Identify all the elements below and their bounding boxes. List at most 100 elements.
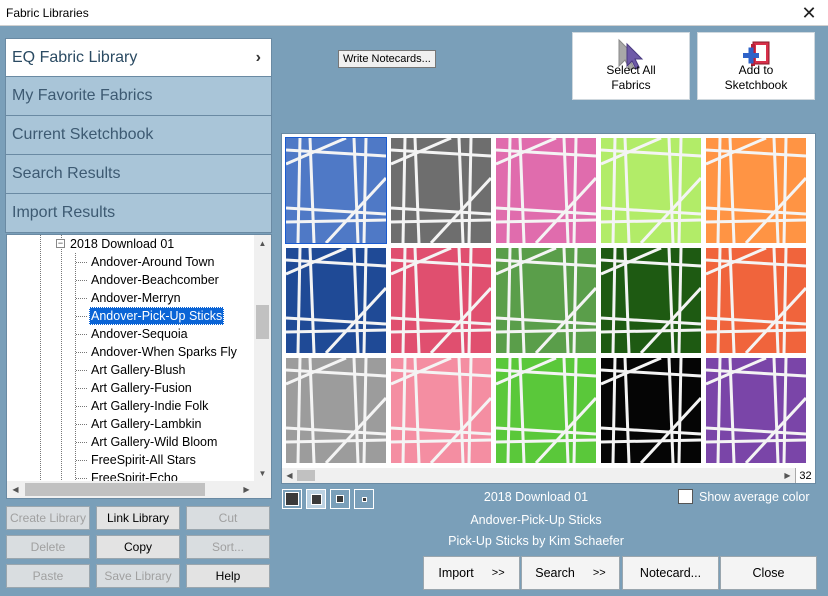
tree-node-fabric-collection[interactable]: Andover-Beachcomber: [89, 271, 221, 289]
fabric-name: Andover-Pick-Up Sticks: [470, 513, 602, 527]
fabric-swatch-panel: ◀ ▶ 32: [281, 133, 816, 484]
tree-guide: [76, 460, 87, 461]
size-medium-button[interactable]: [306, 489, 326, 509]
tree-guide: [76, 442, 87, 443]
tree-node-parent[interactable]: 2018 Download 01: [68, 235, 176, 253]
search-label: Search: [535, 566, 575, 580]
link-library-button[interactable]: Link Library: [96, 506, 180, 530]
library-current-sketchbook[interactable]: Current Sketchbook: [5, 116, 272, 155]
show-average-color-checkbox[interactable]: Show average color: [678, 489, 809, 504]
sort-button[interactable]: Sort...: [186, 535, 270, 559]
fabric-tree[interactable]: − 2018 Download 01 Andover-Around Town An…: [6, 234, 272, 499]
scroll-thumb[interactable]: [297, 470, 315, 481]
fabric-swatch[interactable]: [601, 138, 701, 243]
tree-node-fabric-collection[interactable]: Andover-Sequoia: [89, 325, 190, 343]
add-to-sketchbook-button[interactable]: Add to Sketchbook: [697, 32, 815, 100]
fabric-swatch[interactable]: [496, 358, 596, 463]
tree-guide: [40, 235, 41, 482]
close-icon[interactable]: ✕: [798, 2, 820, 24]
library-label: EQ Fabric Library: [12, 48, 138, 66]
tree-guide: [76, 334, 87, 335]
create-library-button[interactable]: Create Library: [6, 506, 90, 530]
close-button[interactable]: Close: [720, 556, 817, 590]
library-nav: EQ Fabric Library › My Favorite Fabrics …: [5, 38, 272, 233]
square-small-icon: [336, 495, 344, 503]
scroll-up-icon[interactable]: ▲: [254, 235, 271, 252]
swatch-horizontal-scrollbar[interactable]: ◀ ▶: [282, 468, 795, 483]
fabric-swatch[interactable]: [706, 138, 806, 243]
tree-vertical-scrollbar[interactable]: ▲ ▼: [254, 235, 271, 482]
cut-button[interactable]: Cut: [186, 506, 270, 530]
swatch-size-toggles: [282, 489, 374, 509]
scroll-down-icon[interactable]: ▼: [254, 465, 271, 482]
tree-guide: [76, 478, 87, 479]
scroll-right-icon[interactable]: ▶: [238, 481, 255, 498]
fabric-swatch[interactable]: [496, 138, 596, 243]
tree-node-fabric-collection[interactable]: Andover-When Sparks Fly: [89, 343, 239, 361]
fabric-swatch[interactable]: [391, 358, 491, 463]
scroll-right-icon[interactable]: ▶: [780, 468, 795, 483]
tree-guide: [61, 235, 62, 482]
library-import-results[interactable]: Import Results: [5, 194, 272, 233]
square-medium-icon: [310, 493, 322, 505]
scroll-thumb[interactable]: [25, 483, 205, 496]
delete-button[interactable]: Delete: [6, 535, 90, 559]
tree-guide: [76, 388, 87, 389]
fabric-swatch-grid: [285, 137, 811, 466]
tree-rows: − 2018 Download 01 Andover-Around Town An…: [7, 235, 255, 482]
write-notecards-button[interactable]: Write Notecards...: [338, 50, 436, 68]
size-small-button[interactable]: [330, 489, 350, 509]
fabric-swatch[interactable]: [286, 248, 386, 353]
library-my-favorites[interactable]: My Favorite Fabrics: [5, 77, 272, 116]
fabric-swatch[interactable]: [601, 248, 701, 353]
square-tiny-icon: [361, 496, 367, 502]
tree-node-fabric-collection[interactable]: Andover-Pick-Up Sticks: [89, 307, 225, 325]
fabric-swatch[interactable]: [496, 248, 596, 353]
window-title: Fabric Libraries: [6, 6, 89, 20]
tree-node-fabric-collection[interactable]: Andover-Merryn: [89, 289, 183, 307]
library-eq-fabric[interactable]: EQ Fabric Library ›: [5, 38, 272, 77]
fabric-swatch[interactable]: [706, 358, 806, 463]
scroll-left-icon[interactable]: ◀: [7, 481, 24, 498]
tree-node-fabric-collection[interactable]: Art Gallery-Fusion: [89, 379, 194, 397]
tree-guide: [75, 253, 76, 482]
tree-node-fabric-collection[interactable]: Art Gallery-Lambkin: [89, 415, 203, 433]
checkbox-icon[interactable]: [678, 489, 693, 504]
tree-guide: [76, 280, 87, 281]
title-bar: Fabric Libraries ✕: [0, 0, 828, 26]
tree-node-fabric-collection[interactable]: Art Gallery-Indie Folk: [89, 397, 210, 415]
fabric-swatch[interactable]: [601, 358, 701, 463]
tree-guide: [76, 262, 87, 263]
fabric-swatch[interactable]: [285, 137, 387, 244]
library-search-results[interactable]: Search Results: [5, 155, 272, 194]
copy-button[interactable]: Copy: [96, 535, 180, 559]
tree-horizontal-scrollbar[interactable]: ◀ ▶: [7, 481, 255, 498]
size-large-button[interactable]: [282, 489, 302, 509]
tree-node-fabric-collection[interactable]: FreeSpirit-All Stars: [89, 451, 198, 469]
select-all-label-line2: Fabrics: [611, 78, 651, 92]
collapse-icon[interactable]: −: [56, 239, 65, 248]
fabric-swatch[interactable]: [391, 138, 491, 243]
import-button[interactable]: Import >>: [423, 556, 520, 590]
show-average-color-label: Show average color: [699, 489, 810, 504]
search-button[interactable]: Search >>: [521, 556, 620, 590]
tree-node-fabric-collection[interactable]: Art Gallery-Blush: [89, 361, 187, 379]
size-tiny-button[interactable]: [354, 489, 374, 509]
tree-guide: [76, 316, 87, 317]
square-large-icon: [285, 492, 299, 506]
paste-button[interactable]: Paste: [6, 564, 90, 588]
notecard-button[interactable]: Notecard...: [622, 556, 719, 590]
select-all-fabrics-button[interactable]: Select All Fabrics: [572, 32, 690, 100]
save-library-button[interactable]: Save Library: [96, 564, 180, 588]
library-label: My Favorite Fabrics: [12, 87, 153, 104]
tree-node-fabric-collection[interactable]: Art Gallery-Wild Bloom: [89, 433, 219, 451]
designer-name: Pick-Up Sticks by Kim Schaefer: [448, 534, 624, 548]
help-button[interactable]: Help: [186, 564, 270, 588]
fabric-swatch[interactable]: [286, 358, 386, 463]
tree-node-fabric-collection[interactable]: Andover-Around Town: [89, 253, 216, 271]
fabric-swatch[interactable]: [391, 248, 491, 353]
scroll-thumb[interactable]: [256, 305, 269, 339]
tree-guide: [76, 406, 87, 407]
scroll-left-icon[interactable]: ◀: [282, 468, 297, 483]
fabric-swatch[interactable]: [706, 248, 806, 353]
